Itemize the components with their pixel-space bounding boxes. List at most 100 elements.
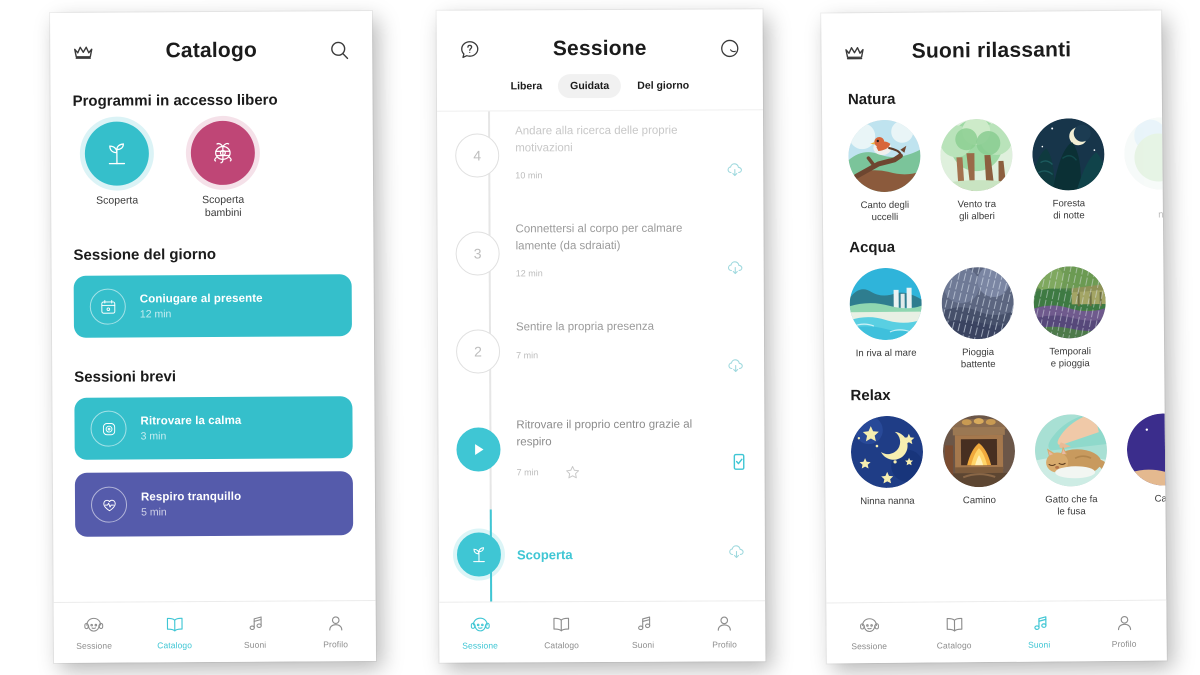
sound-label-line1: Canto degli [860,199,910,212]
play-icon[interactable] [456,427,501,472]
section-title-free-programs: Programmi in accesso libero [72,91,278,110]
heart-pulse-icon [90,486,128,523]
sound-card-vento-tra-gli-alberi[interactable]: Vento tra gli alberi [940,118,1013,225]
step-body: Ritrovare il proprio centro grazie al re… [500,412,746,511]
segment-libera[interactable]: Libera [499,74,555,98]
tab-sessione[interactable]: Sessione [63,613,125,650]
tab-suoni[interactable]: Suoni [612,612,674,649]
tab-sessione[interactable]: Sessione [449,613,511,650]
sound-label-line1: Can [1154,493,1167,505]
session-step-2[interactable]: 2 Sentire la propria presenza 7 min [438,314,764,413]
phone-sessione: Sessione Libera Guidata Del giorno 4 And… [436,9,766,663]
sound-card-foresta-di-notte[interactable]: Foresta di notte [1032,118,1105,224]
session-step-4[interactable]: 4 Andare alla ricerca delle proprie moti… [437,118,763,217]
session-discovery-row[interactable]: Scoperta [439,510,765,597]
sound-label: Camino [963,495,996,508]
tabbar-catalogo: Sessione Catalogo Suoni Profilo [53,600,376,663]
cloud-download-icon[interactable] [726,356,746,379]
sound-section-acqua: Acqua In riva al mare Pioggia battente T… [823,236,1164,373]
section-title-relax: Relax [850,386,891,405]
session-card-coniugare-al-presente[interactable]: Coniugare al presente 12 min [73,274,352,339]
cloud-download-icon[interactable] [727,542,747,565]
header-catalogo: Catalogo [50,11,372,75]
music-note-icon [244,612,266,634]
header-spacer [1115,37,1141,63]
session-card-ritrovare-la-calma[interactable]: Ritrovare la calma 3 min [74,396,353,461]
tab-label: Sessione [851,640,888,651]
tab-catalogo[interactable]: Catalogo [143,613,205,650]
sprout-icon [108,143,126,165]
sound-card-gatto-che-fa-le-fusa[interactable]: Gatto che fa le fusa [1034,413,1108,520]
sound-thumbnail [942,414,1016,488]
tab-suoni[interactable]: Suoni [1008,612,1070,650]
step-meta: 12 min [516,268,746,279]
step-duration: 10 min [515,170,543,181]
program-circle [84,121,150,186]
tab-profilo[interactable]: Profilo [1093,611,1155,649]
crown-icon[interactable] [841,39,867,65]
card-text: Respiro tranquillo 5 min [141,491,241,519]
moon-circle-icon[interactable] [717,35,743,61]
section-title-acqua: Acqua [849,238,896,257]
program-card-scoperta[interactable]: Scoperta [75,121,160,221]
sound-label-line1: Temporali [1049,346,1091,358]
segment-del-giorno[interactable]: Del giorno [625,74,701,98]
sound-thumbnail [940,118,1013,192]
cloud-download-icon[interactable] [726,258,746,281]
sound-thumbnail [1126,413,1167,486]
sound-label-line2: uccelli [871,212,899,224]
tab-sessione[interactable]: Sessione [838,613,900,651]
step-number-bubble: 2 [455,329,501,374]
sound-card-partial-2[interactable]: Can [1126,413,1167,506]
sound-card-camino[interactable]: Camino [942,414,1016,508]
sound-section-natura: Natura Canto degli uccelli Vento tra gli… [822,89,1167,226]
card-text: Ritrovare la calma 3 min [140,415,241,443]
sound-card-canto-degli-uccelli[interactable]: Canto degli uccelli [848,119,921,226]
tab-catalogo[interactable]: Catalogo [530,613,592,650]
page-title: Suoni rilassanti [911,38,1072,63]
step-duration: 12 min [515,268,543,279]
sound-card-pioggia-battente[interactable]: Pioggia battente [941,266,1015,373]
program-card-scoperta-bambini[interactable]: Scoperta bambini [181,120,266,221]
step-number-bubble: 4 [455,133,500,178]
card-duration: 12 min [139,308,172,321]
sound-thumbnail [850,415,924,489]
step-body: Andare alla ricerca delle proprie motiva… [499,118,745,217]
person-icon [324,612,346,634]
phone-suoni: Suoni rilassanti Natura Canto degli ucce… [821,10,1167,664]
tab-label: Catalogo [936,639,972,651]
header-sessione: Sessione [437,9,763,72]
music-note-icon [632,612,654,634]
sound-card-ninna-nanna[interactable]: Ninna nanna [850,415,924,509]
step-meta: 7 min [517,464,747,481]
tab-catalogo[interactable]: Catalogo [923,613,985,651]
page-title: Catalogo [165,38,258,63]
session-step-current[interactable]: Ritrovare il proprio centro grazie al re… [438,412,764,511]
session-step-3[interactable]: 3 Connettersi al corpo per calmare lamen… [437,216,763,315]
tab-suoni[interactable]: Suoni [224,612,286,649]
help-bubble-icon[interactable] [457,37,483,63]
sound-label: n [1158,198,1164,223]
lullaby-art [850,415,924,489]
program-label: Scoperta bambini [202,194,244,221]
session-card-respiro-tranquillo[interactable]: Respiro tranquillo 5 min [74,471,354,538]
sound-card-in-riva-al-mare[interactable]: In riva al mare [849,267,923,361]
headphones-face-icon [858,614,880,636]
segment-guidata[interactable]: Guidata [558,73,622,99]
tab-profilo[interactable]: Profilo [304,612,366,649]
calendar-icon [89,288,126,326]
screen-suoni: Suoni rilassanti Natura Canto degli ucce… [821,11,1167,664]
cloud-download-icon[interactable] [725,160,745,183]
sound-card-partial[interactable]: n [1124,117,1167,223]
crown-icon[interactable] [70,39,96,65]
bird-art [848,119,921,193]
star-outline-icon[interactable] [565,464,581,480]
tab-profilo[interactable]: Profilo [693,612,755,649]
sound-label-line2: gli alberi [959,211,995,223]
tab-label: Suoni [243,639,267,650]
step-body: Sentire la propria presenza 7 min [500,314,746,413]
search-icon[interactable] [326,37,352,63]
phone-downloaded-icon[interactable] [732,452,747,476]
sound-card-temporali-e-pioggia[interactable]: Temporali e pioggia [1033,265,1107,372]
sound-label-line2: battente [960,359,996,371]
